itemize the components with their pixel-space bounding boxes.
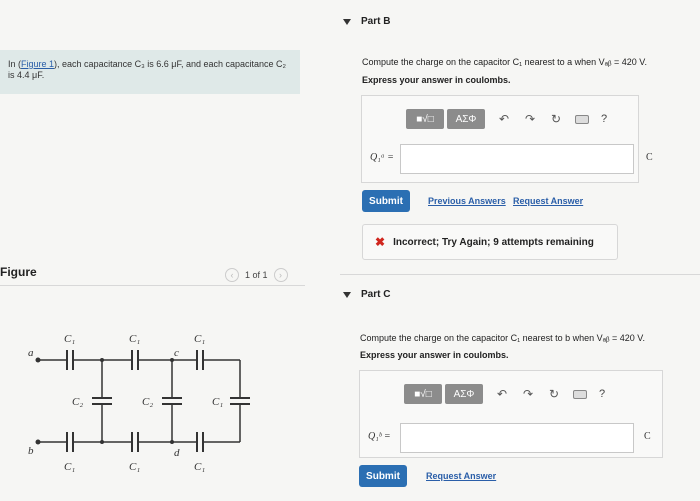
part-b-request-answer-link[interactable]: Request Answer — [513, 196, 583, 206]
part-b-feedback: ✖ Incorrect; Try Again; 9 attempts remai… — [362, 224, 618, 260]
part-b-submit-button[interactable]: Submit — [362, 190, 410, 212]
chevron-left-icon: ‹ — [230, 270, 234, 280]
part-b-toolbar: ■√□ AΣΦ ↶ ↷ ↻ ? — [406, 109, 607, 129]
cap-label: C₁ — [212, 396, 223, 408]
cap-label: C₁ — [129, 461, 140, 473]
figure-link[interactable]: Figure 1 — [21, 59, 54, 69]
keyboard-icon[interactable] — [575, 114, 589, 124]
node-b-label: b — [28, 445, 34, 457]
part-b-header[interactable]: Part B — [343, 16, 390, 27]
cap-label: C₁ — [64, 461, 75, 473]
part-b-unit: C — [646, 152, 653, 163]
part-b-variable-label: Q₁ᵃ = — [370, 152, 394, 163]
cap-label: C₁ — [194, 461, 205, 473]
part-c-toolbar: ■√□ AΣΦ ↶ ↷ ↻ ? — [404, 384, 605, 404]
cap-label: C₂ — [72, 396, 83, 408]
part-b-prompt: Compute the charge on the capacitor C₁ n… — [362, 57, 647, 67]
feedback-text: Incorrect; Try Again; 9 attempts remaini… — [393, 236, 594, 248]
part-divider — [340, 274, 700, 275]
part-c-submit-button[interactable]: Submit — [359, 465, 407, 487]
part-c-header[interactable]: Part C — [343, 289, 390, 300]
part-c-variable-label: Q₁ᵇ = — [368, 431, 391, 442]
undo-icon[interactable]: ↶ — [497, 112, 511, 126]
part-c-answer-box: ■√□ AΣΦ ↶ ↷ ↻ ? Q₁ᵇ = C — [359, 370, 663, 458]
previous-answers-link[interactable]: Previous Answers — [428, 196, 506, 206]
node-d-label: d — [174, 447, 180, 459]
redo-icon[interactable]: ↷ — [521, 387, 535, 401]
figure-label: Figure — [0, 265, 37, 279]
page-indicator: 1 of 1 — [245, 270, 268, 280]
node-c-label: c — [174, 347, 179, 359]
part-b-answer-box: ■√□ AΣΦ ↶ ↷ ↻ ? Q₁ᵃ = C — [361, 95, 653, 183]
cap-label: C₁ — [64, 333, 75, 345]
templates-button[interactable]: ■√□ — [406, 109, 444, 129]
node-a-label: a — [28, 347, 34, 359]
cap-label: C₂ — [142, 396, 153, 408]
help-icon[interactable]: ? — [601, 113, 607, 125]
reset-icon[interactable]: ↻ — [547, 387, 561, 401]
part-c-answer-input[interactable] — [400, 423, 634, 453]
prev-figure-button[interactable]: ‹ — [225, 268, 239, 282]
collapse-triangle-icon — [343, 291, 351, 298]
next-figure-button[interactable]: › — [273, 268, 288, 282]
undo-icon[interactable]: ↶ — [495, 387, 509, 401]
part-b-answer-input[interactable] — [400, 144, 634, 174]
capacitor-network-figure: a b c d C₁ C₁ C₁ C₁ C₁ C₁ C₂ C₂ C₁ — [28, 333, 250, 473]
cap-label: C₁ — [194, 333, 205, 345]
chevron-right-icon: › — [279, 270, 283, 280]
figure-divider — [0, 285, 305, 286]
problem-intro: In (Figure 1), each capacitance C₃ is 6.… — [0, 50, 300, 94]
templates-button[interactable]: ■√□ — [404, 384, 442, 404]
redo-icon[interactable]: ↷ — [523, 112, 537, 126]
cap-label: C₁ — [129, 333, 140, 345]
part-c-prompt: Compute the charge on the capacitor C₁ n… — [360, 333, 645, 343]
incorrect-x-icon: ✖ — [375, 235, 386, 249]
symbols-button[interactable]: AΣΦ — [447, 109, 485, 129]
part-c-unit: C — [644, 431, 651, 442]
help-icon[interactable]: ? — [599, 388, 605, 400]
reset-icon[interactable]: ↻ — [549, 112, 563, 126]
collapse-triangle-icon — [343, 18, 351, 25]
part-c-request-answer-link[interactable]: Request Answer — [426, 471, 496, 481]
keyboard-icon[interactable] — [573, 389, 587, 399]
symbols-button[interactable]: AΣΦ — [445, 384, 483, 404]
part-b-instruction: Express your answer in coulombs. — [362, 75, 511, 85]
figure-pager: ‹ 1 of 1 › — [225, 268, 288, 282]
part-c-instruction: Express your answer in coulombs. — [360, 350, 509, 360]
